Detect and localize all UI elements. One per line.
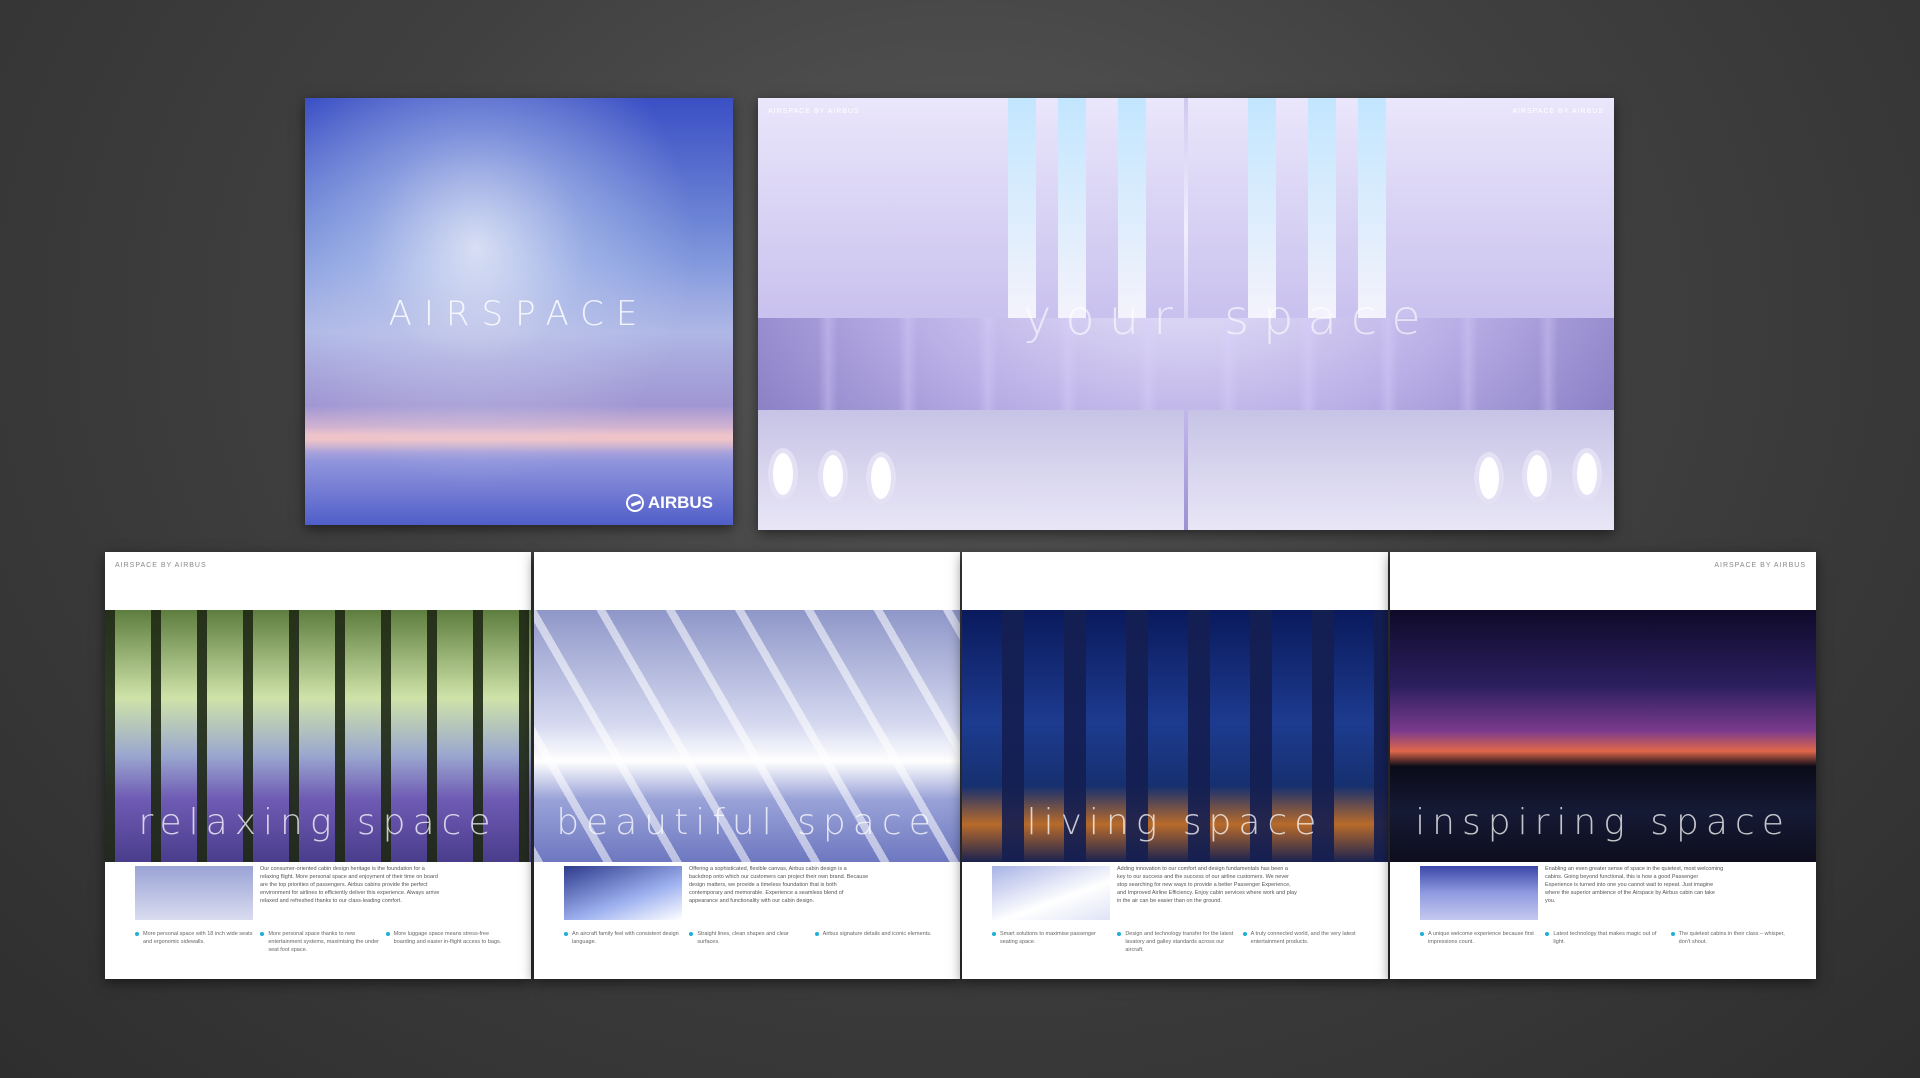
light-beam	[1118, 98, 1146, 318]
panel-relaxing-space: AIRSPACE BY AIRBUS relaxing space Our co…	[105, 552, 531, 979]
light-beam	[1058, 98, 1086, 318]
bullet-item: The quietest cabins in their class – whi…	[1670, 930, 1790, 946]
seats-thumbnail	[135, 866, 253, 920]
bullet-item: Design and technology transfer for the l…	[1117, 930, 1236, 954]
spread-left-page: AIRSPACE BY AIRBUS your	[758, 98, 1184, 530]
spread-right-page: AIRSPACE BY AIRBUS space	[1188, 98, 1614, 530]
panel-title: beautiful space	[556, 802, 938, 843]
airbus-logo-icon	[625, 494, 644, 512]
spread-title-left: your	[1023, 290, 1184, 346]
panel-beautiful-space: beautiful space Offering a sophisticated…	[534, 552, 960, 979]
design-thumbnail	[564, 866, 682, 920]
panel-living-space: living space Adding innovation to our co…	[962, 552, 1388, 979]
panel-header: AIRSPACE BY AIRBUS	[115, 562, 207, 569]
bullet-item: Smart solutions to maximise passenger se…	[992, 930, 1111, 954]
bullet-item: Straight lines, clean shapes and clear s…	[689, 930, 808, 946]
panel-intro: Enabling an even greater sense of space …	[1545, 866, 1724, 904]
cover-title: AIRSPACE	[388, 294, 650, 334]
panel-intro: Adding innovation to our comfort and des…	[1117, 866, 1297, 904]
panel-bullets: More personal space with 18 inch wide se…	[135, 930, 505, 954]
bullet-item: A unique welcome experience because firs…	[1420, 930, 1539, 946]
airbus-logo: AIRBUS	[625, 493, 713, 513]
light-beam	[1308, 98, 1336, 318]
panel-title: living space	[1026, 802, 1324, 843]
light-beam	[1248, 98, 1276, 318]
bullet-item: A truly connected world, and the very la…	[1242, 930, 1362, 954]
cabin-window	[1522, 450, 1552, 502]
panel-intro: Our consumer-oriented cabin design herit…	[260, 866, 440, 904]
airbus-logo-text: AIRBUS	[647, 493, 713, 512]
spread-header-left: AIRSPACE BY AIRBUS	[768, 108, 860, 115]
services-thumbnail	[992, 866, 1110, 920]
spread-header-right: AIRSPACE BY AIRBUS	[1512, 108, 1604, 115]
panel-bullets: Smart solutions to maximise passenger se…	[992, 930, 1362, 954]
panel-title: inspiring space	[1415, 802, 1791, 843]
cabin-spread: AIRSPACE BY AIRBUS your AIRSPACE BY AIRB…	[758, 98, 1614, 530]
panel-bullets: An aircraft family feel with consistent …	[564, 930, 934, 946]
bullet-item: More personal space thanks to new entert…	[260, 930, 379, 954]
panel-title: relaxing space	[138, 802, 498, 843]
panel-bullets: A unique welcome experience because firs…	[1420, 930, 1790, 946]
cabin-window	[1572, 448, 1602, 500]
panel-intro: Offering a sophisticated, flexible canva…	[689, 866, 869, 904]
cabin-window	[768, 448, 798, 500]
cabin-window	[818, 450, 848, 502]
bullet-item: An aircraft family feel with consistent …	[564, 930, 683, 946]
spread-title-right: space	[1224, 290, 1435, 346]
bullet-item: More personal space with 18 inch wide se…	[135, 930, 254, 954]
bullet-item: Airbus signature details and iconic elem…	[814, 930, 934, 946]
light-beam	[1358, 98, 1386, 318]
cabin-window	[1474, 452, 1504, 504]
bullet-item: More luggage space means stress-free boa…	[385, 930, 505, 954]
light-beam	[1008, 98, 1036, 318]
panel-inspiring-space: AIRSPACE BY AIRBUS inspiring space Enabl…	[1390, 552, 1816, 979]
ambience-thumbnail	[1420, 866, 1538, 920]
bullet-item: Latest technology that makes magic out o…	[1545, 930, 1664, 946]
brochure-cover: AIRSPACE AIRBUS	[305, 98, 733, 525]
cabin-window	[866, 452, 896, 504]
panel-header: AIRSPACE BY AIRBUS	[1714, 562, 1806, 569]
